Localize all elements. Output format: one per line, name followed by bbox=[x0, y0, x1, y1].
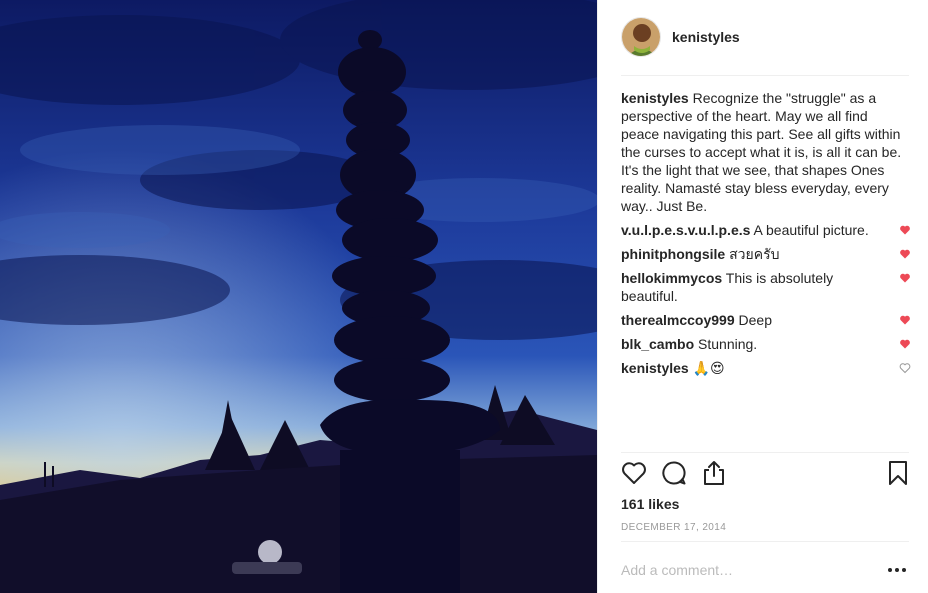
actions-divider bbox=[621, 452, 909, 453]
comment-bubble-icon[interactable] bbox=[661, 460, 687, 486]
share-icon[interactable] bbox=[701, 460, 727, 486]
comment-text: A beautiful picture. bbox=[753, 222, 869, 238]
comment-username[interactable]: blk_cambo bbox=[621, 336, 694, 352]
comment-username[interactable]: kenistyles bbox=[621, 360, 689, 376]
action-bar bbox=[621, 460, 909, 488]
comment-username[interactable]: therealmccoy999 bbox=[621, 312, 735, 328]
caption-username[interactable]: kenistyles bbox=[621, 90, 689, 106]
comment-text: Deep bbox=[738, 312, 772, 328]
stacked-stones-silhouette-image bbox=[0, 0, 597, 593]
more-options-icon[interactable] bbox=[886, 566, 908, 574]
comment-box-divider bbox=[621, 541, 909, 542]
comments-list: kenistyles Recognize the "struggle" as a… bbox=[621, 89, 921, 377]
add-comment-input[interactable] bbox=[621, 560, 871, 580]
likes-count[interactable]: 161 likes bbox=[621, 496, 679, 512]
heart-outline-icon[interactable] bbox=[621, 460, 647, 486]
comment-item: therealmccoy999 Deep bbox=[621, 311, 921, 329]
avatar-photo-icon bbox=[622, 18, 660, 56]
caption-text: Recognize the "struggle" as a perspectiv… bbox=[621, 90, 902, 214]
post-header: kenistyles bbox=[598, 0, 928, 76]
comment-item: phinitphongsile สวยครับ bbox=[621, 245, 921, 263]
comment-text: สวยครับ bbox=[729, 246, 780, 262]
post-photo[interactable] bbox=[0, 0, 597, 593]
comment-item: kenistyles 🙏😍 bbox=[621, 359, 921, 377]
comment-username[interactable]: v.u.l.p.e.s.v.u.l.p.e.s bbox=[621, 222, 750, 238]
comment-like-heart-icon[interactable] bbox=[899, 272, 911, 284]
comment-like-heart-icon[interactable] bbox=[899, 248, 911, 260]
post-caption: kenistyles Recognize the "struggle" as a… bbox=[621, 89, 905, 215]
post-date[interactable]: DECEMBER 17, 2014 bbox=[621, 522, 726, 533]
comment-item: v.u.l.p.e.s.v.u.l.p.e.s A beautiful pict… bbox=[621, 221, 921, 239]
comment-like-heart-icon[interactable] bbox=[899, 314, 911, 326]
comment-item: blk_cambo Stunning. bbox=[621, 335, 921, 353]
instagram-post: kenistyles kenistyles Recognize the "str… bbox=[0, 0, 928, 593]
profile-avatar[interactable] bbox=[621, 17, 661, 57]
bookmark-icon[interactable] bbox=[885, 460, 911, 486]
comment-username[interactable]: hellokimmycos bbox=[621, 270, 722, 286]
header-divider bbox=[621, 75, 909, 76]
comment-text: 🙏😍 bbox=[692, 360, 725, 376]
post-details-panel: kenistyles kenistyles Recognize the "str… bbox=[597, 0, 928, 593]
comment-username[interactable]: phinitphongsile bbox=[621, 246, 725, 262]
comment-like-heart-outline-icon[interactable] bbox=[899, 362, 911, 374]
header-username[interactable]: kenistyles bbox=[672, 29, 740, 45]
comment-like-heart-icon[interactable] bbox=[899, 338, 911, 350]
comment-text: Stunning. bbox=[698, 336, 758, 352]
comment-like-heart-icon[interactable] bbox=[899, 224, 911, 236]
comment-item: hellokimmycos This is absolutely beautif… bbox=[621, 269, 921, 305]
